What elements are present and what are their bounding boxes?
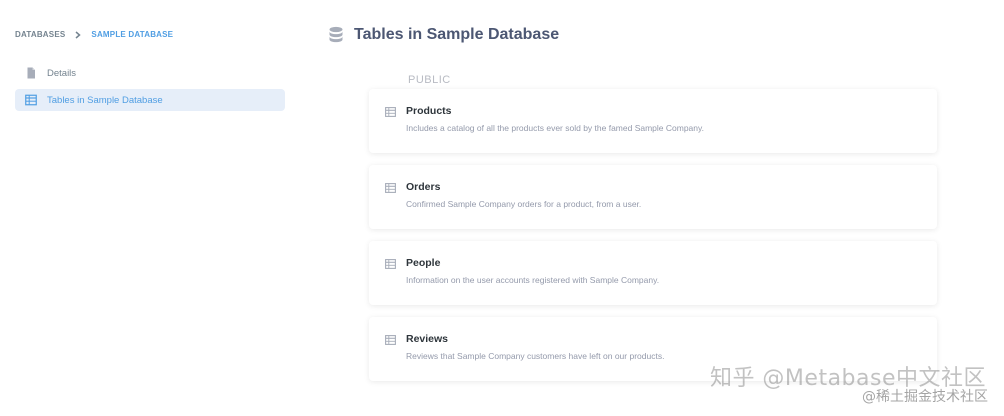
- table-name[interactable]: Reviews: [406, 333, 448, 345]
- sidebar-item-tables[interactable]: Tables in Sample Database: [15, 89, 285, 111]
- schema-heading: PUBLIC: [408, 74, 451, 86]
- table-description: Includes a catalog of all the products e…: [406, 123, 704, 133]
- table-name[interactable]: People: [406, 257, 440, 269]
- table-card-products[interactable]: Products Includes a catalog of all the p…: [369, 89, 937, 153]
- document-icon: [25, 67, 37, 79]
- table-description: Confirmed Sample Company orders for a pr…: [406, 199, 642, 209]
- table-description: Reviews that Sample Company customers ha…: [406, 351, 665, 361]
- table-icon: [385, 259, 396, 269]
- table-card-people[interactable]: People Information on the user accounts …: [369, 241, 937, 305]
- sidebar-item-details[interactable]: Details: [15, 62, 285, 84]
- page-title: Tables in Sample Database: [354, 26, 560, 43]
- table-name[interactable]: Orders: [406, 181, 440, 193]
- table-card-orders[interactable]: Orders Confirmed Sample Company orders f…: [369, 165, 937, 229]
- sidebar-item-label: Details: [47, 67, 77, 79]
- chevron-right-icon: [75, 30, 82, 39]
- watermark-subtext: @稀土掘金技术社区: [862, 389, 988, 405]
- table-icon: [385, 335, 396, 345]
- breadcrumb: DATABASES SAMPLE DATABASE: [15, 30, 173, 39]
- table-icon: [385, 107, 396, 117]
- sidebar: Details Tables in Sample Database: [15, 62, 285, 116]
- table-icon: [25, 94, 37, 106]
- database-icon: [328, 26, 344, 44]
- table-name[interactable]: Products: [406, 105, 452, 117]
- sidebar-item-label: Tables in Sample Database: [47, 94, 163, 106]
- table-description: Information on the user accounts registe…: [406, 275, 660, 285]
- table-icon: [385, 183, 396, 193]
- page-header: Tables in Sample Database: [328, 26, 559, 44]
- breadcrumb-databases-link[interactable]: DATABASES: [15, 30, 65, 39]
- breadcrumb-current: SAMPLE DATABASE: [91, 30, 174, 39]
